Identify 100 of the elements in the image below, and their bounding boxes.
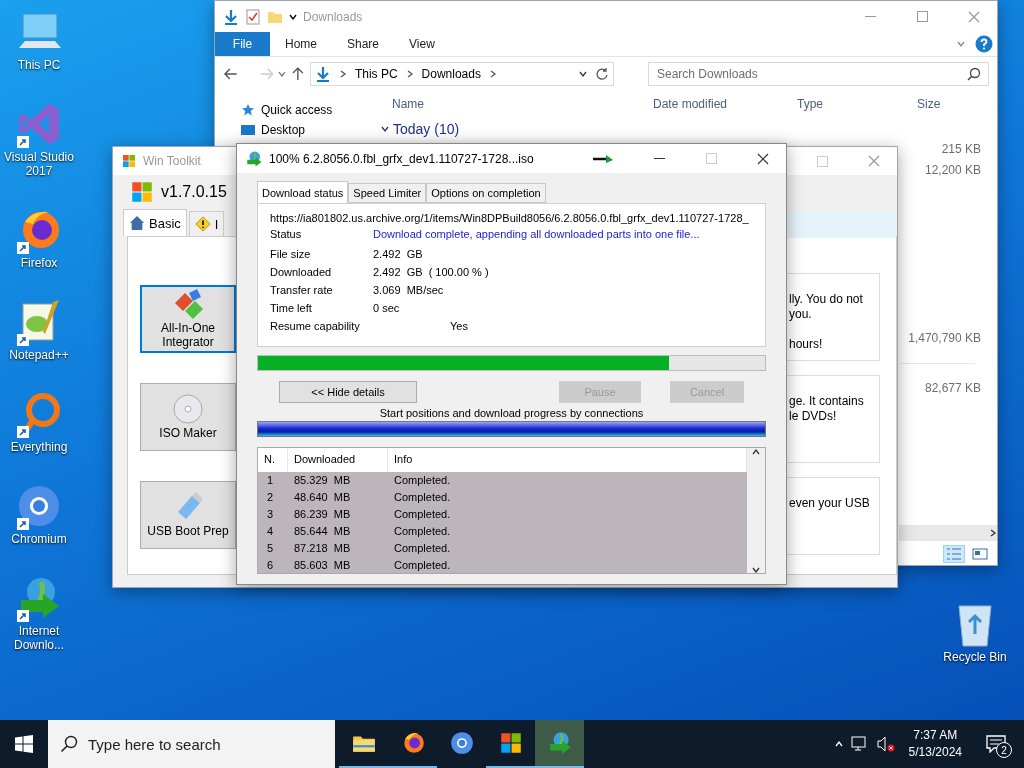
description-text: ge. It contains [789, 394, 865, 409]
notifications-button[interactable]: 2 [976, 724, 1016, 764]
tab[interactable]: Basic [123, 209, 187, 236]
large-icons-view-button[interactable] [969, 545, 991, 563]
table-cell: 85.329 MB [288, 472, 388, 489]
desktop-shortcut[interactable]: Firefox [0, 206, 78, 270]
ribbon-tab[interactable]: Home [270, 32, 332, 56]
message-icon [986, 735, 1006, 753]
search-icon [967, 67, 981, 81]
ribbon-tab[interactable]: View [394, 32, 450, 56]
history-caret-icon [579, 70, 587, 78]
column-header[interactable]: Name [392, 97, 653, 119]
arrow-icon [592, 153, 614, 164]
up-arrow-icon[interactable] [290, 66, 306, 82]
vertical-scrollbar[interactable] [747, 448, 765, 573]
table-cell: 48.640 MB [288, 489, 388, 506]
field-label: Status [270, 227, 303, 242]
tab[interactable]: Download status [257, 181, 349, 203]
notification-count: 2 [996, 742, 1012, 758]
expand-ribbon-icon [957, 40, 965, 48]
horizontal-scrollbar[interactable] [899, 525, 997, 541]
desktop-shortcut[interactable]: Everything [0, 390, 78, 454]
table-cell: 2 [258, 489, 288, 506]
field-label: Downloaded [270, 265, 333, 280]
field-value: Yes [450, 319, 469, 334]
chevron-icon [989, 529, 997, 537]
search-field[interactable]: Search Downloads [648, 62, 989, 86]
properties-icon [245, 8, 261, 25]
desktop-shortcut[interactable]: Chromium [0, 482, 78, 546]
field-label: File size [270, 247, 312, 262]
column-header[interactable]: Date modified [653, 97, 797, 119]
customize-caret-icon [289, 12, 297, 21]
column-header[interactable]: Type [797, 97, 917, 119]
table-cell: Completed. [388, 472, 747, 489]
table-cell: 87.218 MB [288, 540, 388, 557]
ribbon-tab[interactable]: File [215, 32, 270, 56]
clock[interactable]: 7:37 AM 5/13/2024 [902, 727, 968, 761]
download-arrow-icon [223, 8, 239, 25]
field-value: 2.492 GB [373, 247, 424, 262]
search-icon [60, 735, 78, 753]
chevron-icon [338, 70, 347, 78]
chevron-icon [488, 70, 497, 78]
table-cell: 5 [258, 540, 288, 557]
table-cell: Completed. [388, 557, 747, 573]
field-label: Resume capability [270, 319, 361, 334]
table-cell: 85.603 MB [288, 557, 388, 573]
tab[interactable]: Options on completion [426, 183, 546, 203]
tool-button[interactable]: USB Boot Prep [140, 481, 236, 549]
tab[interactable]: Speed Limiter [348, 183, 427, 203]
ribbon-tab[interactable]: Share [332, 32, 395, 56]
field-value: 2.492 GB ( 100.00 % ) [373, 265, 490, 280]
muted-speaker-icon[interactable] [876, 736, 895, 752]
window-title: Win Toolkit [143, 154, 201, 168]
house-icon [129, 215, 145, 231]
breadcrumb[interactable]: This PC [354, 67, 398, 81]
file-size-cell-text: 82,677 KB [924, 380, 981, 397]
field-label: Transfer rate [270, 283, 334, 298]
show-hidden-icons-icon [834, 740, 843, 748]
tab[interactable]: I [188, 211, 225, 236]
tool-button[interactable]: All-In-One Integrator [140, 285, 236, 353]
close-icon [757, 152, 769, 165]
window-title: 100% 6.2.8056.0.fbl_grfx_dev1.110727-1728...iso [269, 151, 534, 166]
breadcrumb[interactable]: Downloads [421, 67, 481, 81]
desktop-shortcut[interactable]: Recycle Bin [936, 600, 1014, 664]
nav-item[interactable]: Quick access [241, 103, 381, 117]
details-view-icon [946, 547, 962, 561]
maximize-icon [705, 153, 717, 164]
field-value: 0 sec [373, 301, 401, 316]
everything-icon [15, 390, 63, 438]
table-cell: Completed. [388, 506, 747, 523]
windows-logo-icon [15, 735, 33, 753]
desktop-icon [241, 125, 255, 135]
dialog-button[interactable]: << Hide details [279, 381, 417, 403]
address-bar[interactable]: This PC Downloads [309, 62, 614, 86]
help-icon[interactable] [975, 35, 993, 53]
table-cell: 1 [258, 472, 288, 489]
refresh-icon[interactable] [595, 67, 609, 81]
table-cell: 4 [258, 523, 288, 540]
maximize-icon [816, 155, 828, 167]
windows-logo-icon [129, 179, 155, 205]
table-cell: Completed. [388, 489, 747, 506]
description-text: lly. You do not [789, 292, 864, 307]
collapse-chevron-icon [381, 125, 389, 133]
description-text: even your USB [789, 496, 871, 511]
taskbar-search-field[interactable]: Type here to search [48, 720, 335, 768]
group-header[interactable]: Today (10) [381, 119, 997, 139]
column-header[interactable]: Size [917, 97, 997, 119]
nav-item[interactable]: Desktop [241, 123, 381, 137]
description-text: le DVDs! [789, 409, 838, 424]
url-text: https://ia801802.us.archive.org/1/items/Win8DPBuild8056/6.2.8056.0.fbl_grfx_dev1.110727-1728_ [270, 212, 750, 224]
minimize-icon [653, 157, 665, 160]
tool-button[interactable]: ISO Maker [140, 383, 236, 451]
close-icon [868, 155, 880, 167]
desktop-shortcut[interactable]: Internet Downlo... [0, 574, 78, 652]
recent-locations-caret-icon [278, 70, 287, 78]
network-icon[interactable] [850, 736, 869, 752]
back-arrow-icon[interactable] [223, 66, 239, 82]
description-text: you. [789, 307, 813, 322]
desktop-shortcut[interactable]: Notepad++ [0, 298, 78, 362]
status-text: Download complete, appending all downloaded parts into one file... [373, 227, 701, 242]
